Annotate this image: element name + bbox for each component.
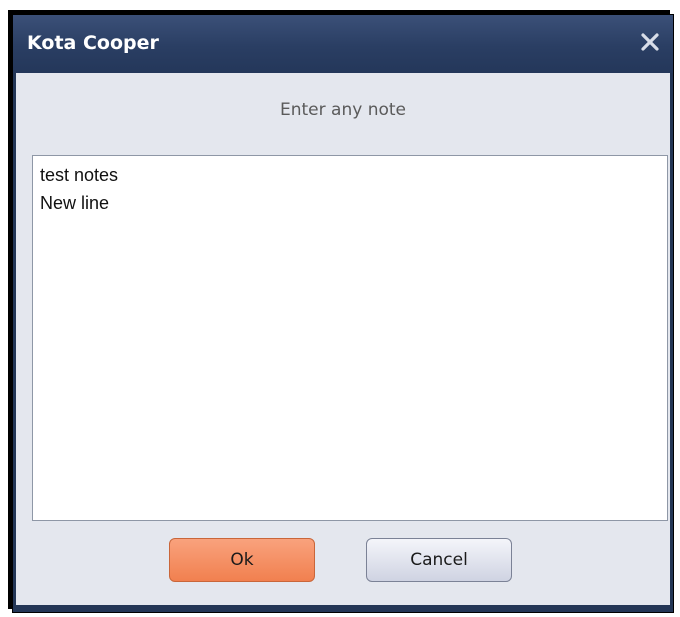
ok-button[interactable]: Ok	[169, 538, 315, 582]
note-dialog: Kota Cooper Enter any note test notes Ne…	[12, 14, 674, 613]
prompt-label: Enter any note	[280, 100, 406, 120]
window-title: Kota Cooper	[27, 32, 159, 54]
note-line-2: New line	[40, 193, 110, 213]
cancel-button[interactable]: Cancel	[366, 538, 512, 582]
title-bar[interactable]: Kota Cooper	[13, 15, 673, 73]
close-icon	[637, 29, 663, 55]
close-button[interactable]	[637, 29, 663, 55]
dialog-body: Enter any note test notes New line Ok Ca…	[16, 73, 670, 605]
note-textarea[interactable]: test notes New line	[32, 155, 668, 521]
note-line-1: test notes	[40, 165, 119, 185]
